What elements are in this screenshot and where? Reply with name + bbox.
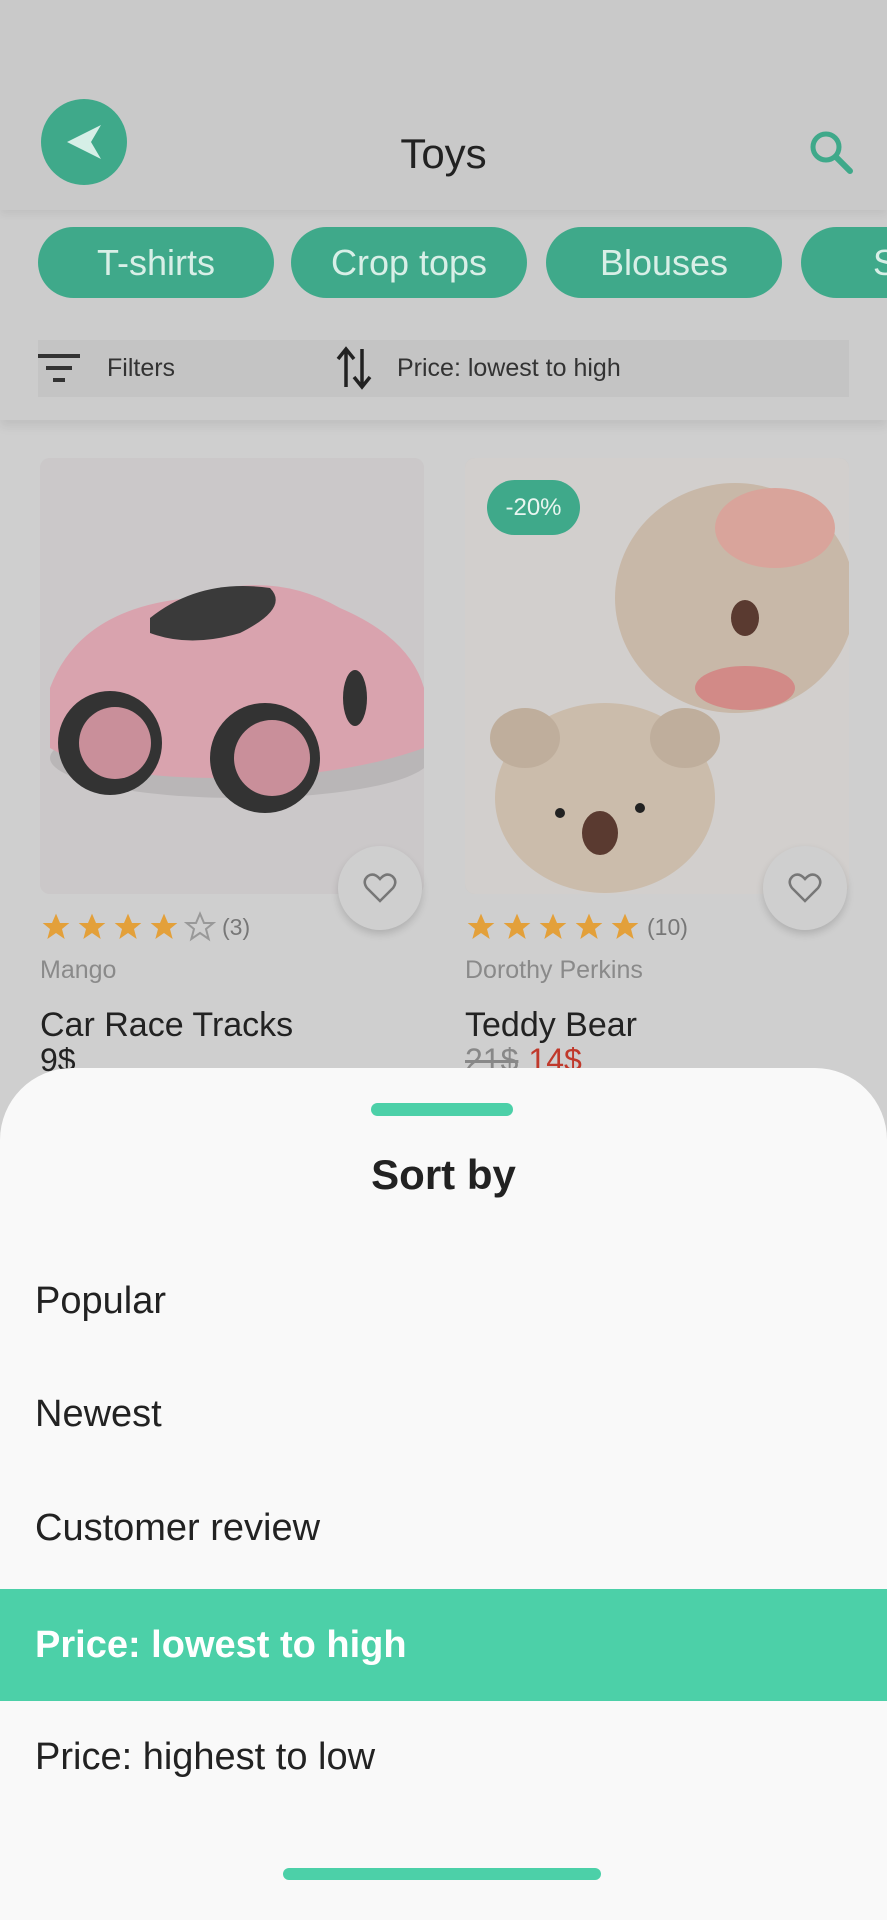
product-image bbox=[40, 458, 424, 894]
star-rating: (10) bbox=[465, 910, 688, 944]
sort-button[interactable]: Price: lowest to high bbox=[397, 354, 621, 383]
product-card[interactable]: (3) Mango Car Race Tracks 9$ bbox=[40, 458, 424, 1078]
heart-icon bbox=[788, 873, 822, 903]
pink-toy-car-image bbox=[40, 458, 424, 894]
star-filled-icon bbox=[503, 913, 531, 939]
filters-button[interactable]: Filters bbox=[107, 354, 175, 383]
star-rating: (3) bbox=[40, 910, 250, 944]
product-card[interactable]: -20% (10) Dorothy Perkins Teddy Bear 21$… bbox=[465, 458, 849, 1078]
star-filled-icon bbox=[611, 913, 639, 939]
star-filled-icon bbox=[78, 913, 106, 939]
star-filled-icon bbox=[114, 913, 142, 939]
favorite-button[interactable] bbox=[763, 846, 847, 930]
star-filled-icon bbox=[575, 913, 603, 939]
filter-sort-toolbar: Filters Price: lowest to high bbox=[38, 340, 849, 397]
star-filled-icon bbox=[150, 913, 178, 939]
star-filled-icon bbox=[42, 913, 70, 939]
sort-option-price-high-low[interactable]: Price: highest to low bbox=[0, 1701, 887, 1813]
sort-bottom-sheet: Sort by Popular Newest Customer review P… bbox=[0, 1068, 887, 1920]
product-name: Car Race Tracks bbox=[40, 1006, 294, 1044]
sheet-title: Sort by bbox=[371, 1151, 516, 1198]
sheet-drag-handle[interactable] bbox=[371, 1103, 513, 1116]
product-brand: Mango bbox=[40, 956, 117, 984]
discount-badge: -20% bbox=[487, 480, 580, 535]
chip-crop-tops[interactable]: Crop tops bbox=[291, 227, 527, 298]
chip-blouses[interactable]: Blouses bbox=[546, 227, 782, 298]
sort-icon[interactable] bbox=[336, 345, 372, 391]
star-empty-icon bbox=[184, 911, 216, 942]
search-icon[interactable] bbox=[806, 127, 856, 177]
product-name: Teddy Bear bbox=[465, 1006, 637, 1044]
product-brand: Dorothy Perkins bbox=[465, 956, 643, 984]
sort-option-popular[interactable]: Popular bbox=[0, 1245, 887, 1357]
heart-icon bbox=[363, 873, 397, 903]
category-chips: T-shirts Crop tops Blouses S bbox=[0, 227, 887, 299]
review-count: (3) bbox=[222, 913, 251, 940]
star-filled-icon bbox=[467, 913, 495, 939]
header-area: Toys T-shirts Crop tops Blouses S Filter… bbox=[0, 0, 887, 420]
star-filled-icon bbox=[539, 913, 567, 939]
top-bar: Toys bbox=[0, 0, 887, 210]
sort-option-customer-review[interactable]: Customer review bbox=[0, 1472, 887, 1584]
page-title: Toys bbox=[400, 130, 487, 177]
filters-icon[interactable] bbox=[38, 352, 80, 384]
home-indicator bbox=[283, 1868, 601, 1880]
chip-partial[interactable]: S bbox=[801, 227, 887, 298]
sort-option-newest[interactable]: Newest bbox=[0, 1358, 887, 1470]
review-count: (10) bbox=[647, 913, 688, 940]
sort-option-price-low-high[interactable]: Price: lowest to high bbox=[0, 1589, 887, 1701]
chip-t-shirts[interactable]: T-shirts bbox=[38, 227, 274, 298]
favorite-button[interactable] bbox=[338, 846, 422, 930]
product-image: -20% bbox=[465, 458, 849, 894]
